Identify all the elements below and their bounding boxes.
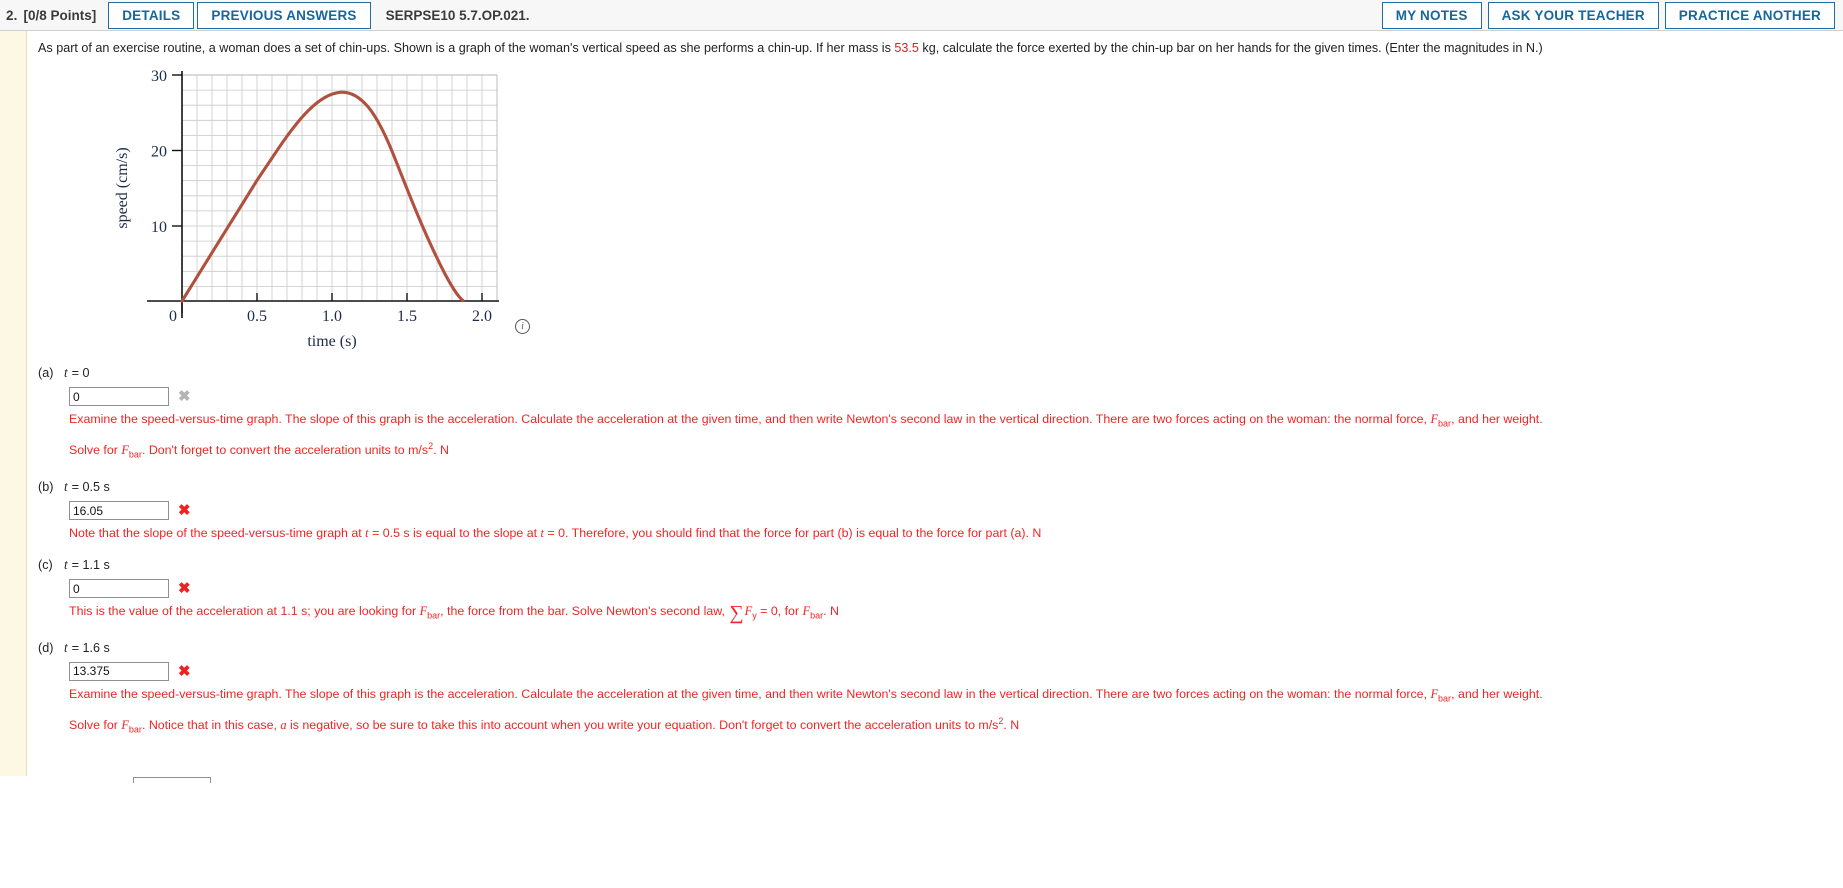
x-tick-label-2.0: 2.0 — [472, 308, 492, 325]
feedback-segment: bar — [810, 610, 824, 621]
answer-input[interactable] — [69, 661, 169, 681]
part-variable: t — [64, 639, 68, 655]
feedback-segment: . N — [433, 443, 449, 458]
x-axis-title: time (s) — [307, 333, 356, 350]
question-statement: As part of an exercise routine, a woman … — [27, 31, 1557, 57]
feedback-text: This is the value of the acceleration at… — [69, 600, 1569, 627]
answer-part: (a) t= 0 ✖ Examine the speed-versus-time gr… — [27, 353, 1843, 467]
part-heading: (a) t = 0 — [38, 353, 1843, 381]
answer-part: (c) t= 1.1 s ✖ This is the value of the acc… — [27, 545, 1843, 627]
part-condition: = 1.1 s — [71, 558, 110, 573]
x-tick-label-1.0: 1.0 — [322, 308, 342, 325]
answer-part: (b) t= 0.5 s ✖ Note that the slope of the s… — [27, 467, 1843, 545]
practice-another-button[interactable]: PRACTICE ANOTHER — [1664, 1, 1835, 29]
y-tick-label-30: 30 — [151, 68, 167, 85]
feedback-segment: = 0, for — [756, 604, 803, 619]
feedback-segment: F — [1430, 686, 1439, 701]
part-variable: t — [64, 479, 68, 495]
answer-part: (d) t= 1.6 s ✖ Examine the speed-versus-tim… — [27, 628, 1843, 742]
my-notes-button[interactable]: MY NOTES — [1381, 1, 1482, 29]
part-letter: (d) — [38, 640, 54, 655]
feedback-segment: . N — [823, 604, 839, 619]
points-badge: [0/8 Points] — [23, 7, 97, 23]
part-heading: (d) t = 1.6 s — [38, 628, 1843, 656]
chart-frame — [182, 74, 498, 301]
feedback-segment: = 0. Therefore, you should find that the… — [543, 526, 1042, 541]
feedback-segment: bar — [427, 610, 441, 621]
feedback-segment: This is the value of the acceleration at… — [69, 604, 420, 619]
feedback-segment: bar — [128, 724, 142, 735]
feedback-segment: . Don't forget to convert the accelerati… — [141, 443, 429, 458]
answer-row: ✖ — [69, 579, 1843, 599]
feedback-segment: , the force from the bar. Solve Newton's… — [440, 604, 729, 619]
y-tick-label-10: 10 — [151, 219, 167, 236]
y-tick-label-20: 20 — [151, 144, 167, 161]
question-body: As part of an exercise routine, a woman … — [0, 31, 1843, 783]
feedback-segment: bar — [1438, 693, 1452, 703]
feedback-text: Examine the speed-versus-time graph. The… — [69, 683, 1569, 742]
chart-minor-gridlines — [182, 75, 497, 301]
question-text-1: As part of an exercise routine, a woman … — [38, 41, 895, 55]
answer-input[interactable] — [69, 501, 169, 521]
info-icon[interactable]: i — [515, 319, 530, 334]
feedback-segment: bar — [1438, 418, 1452, 429]
question-number: 2. — [6, 7, 18, 23]
feedback-segment: F — [121, 443, 129, 458]
part-condition: = 1.6 s — [71, 640, 110, 655]
feedback-segment: F — [1430, 412, 1439, 426]
answer-row: ✖ — [69, 501, 1843, 521]
part-letter: (a) — [38, 366, 54, 380]
feedback-text: Examine the speed-versus-time graph. The… — [69, 408, 1569, 467]
x-tick-label-0: 0 — [169, 308, 177, 325]
mass-value: 53.5 — [894, 41, 919, 55]
details-button[interactable]: DETAILS — [108, 1, 195, 29]
feedback-segment: F — [802, 604, 811, 619]
feedback-segment: . N — [1003, 718, 1020, 733]
bottom-partial-input[interactable] — [133, 777, 211, 783]
answer-input[interactable] — [69, 579, 169, 599]
feedback-segment: is negative, so be sure to take this int… — [286, 718, 999, 733]
feedback-segment: Examine the speed-versus-time graph. The… — [69, 686, 1431, 701]
feedback-segment: . Notice that in this case, — [141, 718, 281, 733]
question-text-2: kg, calculate the force exerted by the c… — [918, 41, 1543, 55]
part-variable: t — [64, 557, 68, 573]
speed-time-chart: 30 20 10 0 0.5 1.0 1.5 2.0 time (s) spee… — [114, 68, 499, 350]
incorrect-mark-icon: ✖ — [178, 388, 191, 405]
answer-row: ✖ — [69, 661, 1843, 681]
answer-input[interactable] — [69, 387, 169, 406]
y-axis-title: speed (cm/s) — [114, 147, 131, 228]
part-letter: (c) — [38, 558, 53, 573]
part-heading: (c) t = 1.1 s — [38, 545, 1843, 573]
question-header: 2. [0/8 Points] DETAILS PREVIOUS ANSWERS… — [0, 0, 1843, 31]
feedback-segment: ∑ — [729, 602, 744, 625]
part-heading: (b) t = 0.5 s — [38, 467, 1843, 495]
feedback-segment: bar — [128, 450, 142, 461]
feedback-text: Note that the slope of the speed-versus-… — [69, 522, 1569, 545]
x-tick-label-0.5: 0.5 — [247, 308, 267, 325]
ask-your-teacher-button[interactable]: ASK YOUR TEACHER — [1487, 1, 1659, 29]
problem-code: SERPSE10 5.7.OP.021. — [385, 7, 530, 23]
left-accent-stripe — [0, 31, 27, 776]
incorrect-mark-icon: ✖ — [178, 502, 191, 520]
incorrect-mark-icon: ✖ — [178, 580, 191, 598]
feedback-segment: = 0.5 s is equal to the slope at — [368, 526, 541, 541]
x-tick-label-1.5: 1.5 — [397, 308, 417, 325]
answer-parts-list: (a)t= 0✖Examine the speed-versus-time gr… — [27, 353, 1843, 742]
y-axis-ticks — [172, 74, 182, 227]
answer-row: ✖ — [69, 387, 1843, 406]
part-letter: (b) — [38, 480, 54, 495]
speed-time-graph-figure: 30 20 10 0 0.5 1.0 1.5 2.0 time (s) spee… — [87, 63, 607, 353]
part-condition: = 0.5 s — [71, 480, 110, 495]
feedback-segment: Note that the slope of the speed-versus-… — [69, 526, 366, 541]
feedback-segment: F — [121, 718, 129, 733]
part-variable: t — [64, 365, 68, 380]
feedback-segment: Examine the speed-versus-time graph. The… — [69, 412, 1431, 426]
part-condition: = 0 — [71, 366, 90, 380]
incorrect-mark-icon: ✖ — [178, 662, 191, 680]
previous-answers-button[interactable]: PREVIOUS ANSWERS — [197, 1, 371, 29]
speed-curve — [180, 90, 465, 303]
